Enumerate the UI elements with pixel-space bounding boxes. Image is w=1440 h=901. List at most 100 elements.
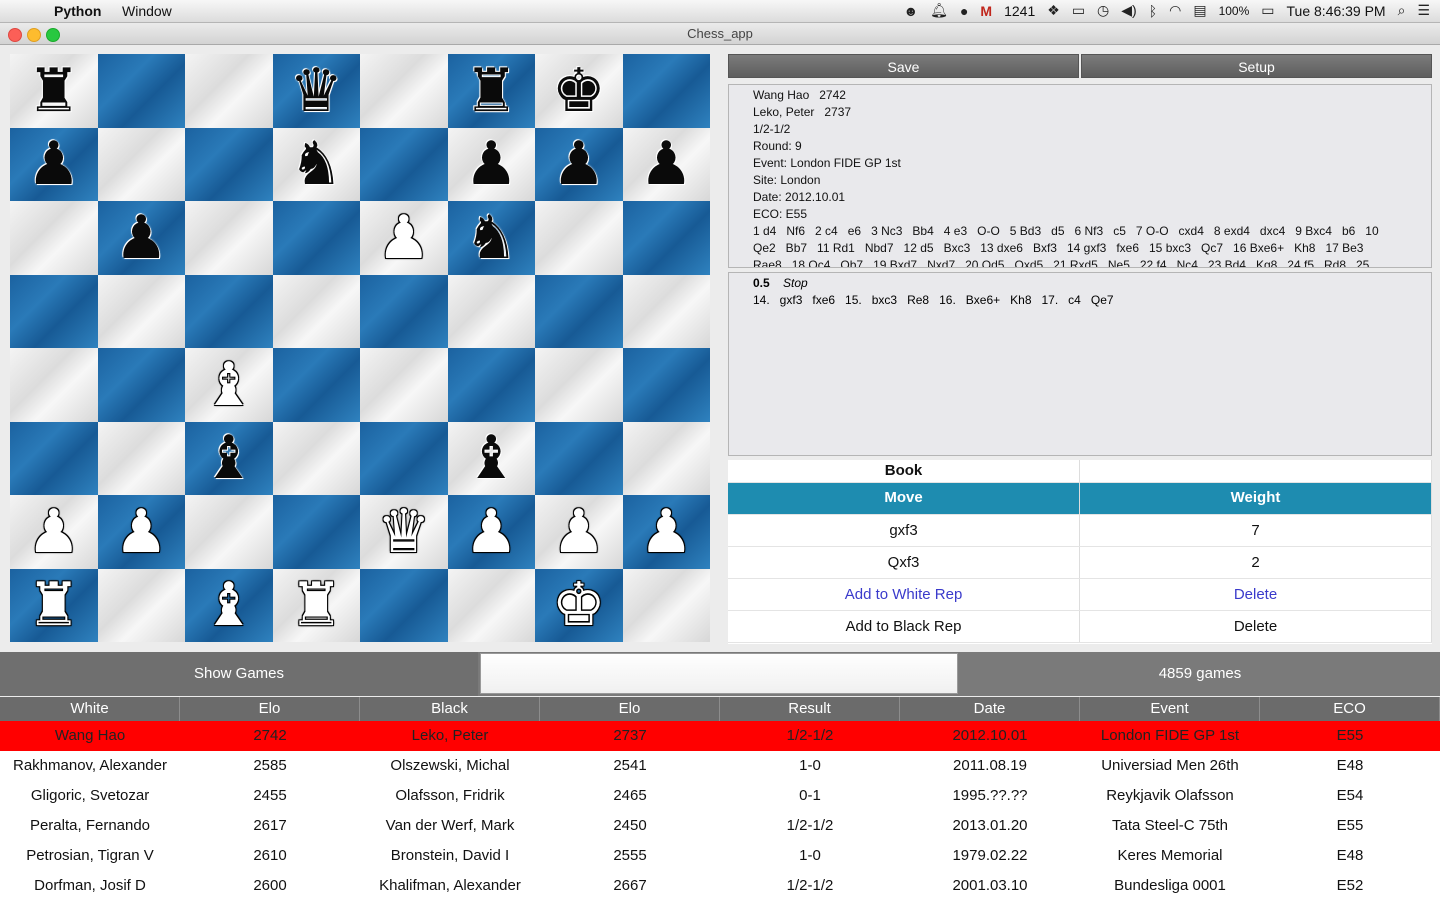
delete-white-link[interactable]: Delete xyxy=(1080,579,1432,610)
table-cell[interactable]: 2600 xyxy=(180,871,360,901)
board-square[interactable]: ♚ xyxy=(535,54,623,128)
bell-icon[interactable]: 🔔︎ xyxy=(930,2,948,19)
table-row[interactable]: Peralta, Fernando 2617 Van der Werf, Mark 2… xyxy=(0,811,1440,841)
flag-icon[interactable]: ▤ xyxy=(1193,2,1206,19)
spotlight-search-icon[interactable]: ⌕ xyxy=(1398,2,1406,19)
board-square[interactable] xyxy=(272,421,360,495)
table-cell[interactable]: 2001.03.10 xyxy=(900,871,1080,901)
wifi-icon[interactable]: ◠ xyxy=(1169,2,1181,19)
table-cell[interactable]: Bundesliga 0001 xyxy=(1080,871,1260,901)
delete-black-button[interactable]: Delete xyxy=(1080,611,1432,642)
column-header[interactable]: Elo xyxy=(180,697,360,721)
black-pawn-icon[interactable]: ♟ xyxy=(27,134,81,194)
table-cell[interactable]: 2465 xyxy=(540,781,720,811)
table-cell[interactable]: 2555 xyxy=(540,841,720,871)
volume-icon[interactable]: ◀) xyxy=(1121,2,1136,19)
board-square[interactable] xyxy=(272,274,360,348)
chess-board[interactable]: ♜ ♛ ♜ ♚ ♟ ♞ ♟ ♟ ♟ ♟ ♟ ♞ ♝ ♝ ♝ ♟ ♟ ♛ ♟ ♟ ♟ ♜ ♝ ♜ ♚ xyxy=(10,54,710,642)
board-square[interactable] xyxy=(447,274,535,348)
table-cell[interactable]: 2742 xyxy=(180,721,360,751)
robot-icon[interactable]: ☻ xyxy=(903,3,918,19)
table-cell[interactable]: London FIDE GP 1st xyxy=(1080,721,1260,751)
table-cell[interactable]: E54 xyxy=(1260,781,1440,811)
board-square[interactable] xyxy=(185,274,273,348)
table-row[interactable]: Rakhmanov, Alexander 2585 Olszewski, Micha… xyxy=(0,751,1440,781)
column-header[interactable]: White xyxy=(0,697,180,721)
table-cell[interactable]: Peralta, Fernando xyxy=(0,811,180,841)
table-cell[interactable]: Universiad Men 26th xyxy=(1080,751,1260,781)
circle-icon[interactable]: ● xyxy=(960,3,968,19)
black-rook-icon[interactable]: ♜ xyxy=(464,61,518,121)
board-square[interactable] xyxy=(272,348,360,422)
black-king-icon[interactable]: ♚ xyxy=(552,61,606,121)
board-square[interactable] xyxy=(97,54,185,128)
show-games-button[interactable]: Show Games xyxy=(0,652,478,696)
board-square[interactable] xyxy=(10,274,98,348)
black-pawn-icon[interactable]: ♟ xyxy=(552,134,606,194)
board-square[interactable]: ♟ xyxy=(447,495,535,569)
table-cell[interactable]: Khalifman, Alexander xyxy=(360,871,540,901)
board-square[interactable] xyxy=(535,201,623,275)
table-row[interactable]: Dorfman, Josif D 2600 Khalifman, Alexander… xyxy=(0,871,1440,901)
white-pawn-icon[interactable]: ♟ xyxy=(377,208,431,268)
board-square[interactable] xyxy=(360,54,448,128)
column-header[interactable]: Date xyxy=(900,697,1080,721)
save-button[interactable]: Save xyxy=(728,54,1079,78)
clock[interactable]: Tue 8:46:39 PM xyxy=(1287,3,1386,19)
setup-button[interactable]: Setup xyxy=(1081,54,1432,78)
board-square[interactable] xyxy=(10,421,98,495)
board-square[interactable]: ♞ xyxy=(447,201,535,275)
board-square[interactable] xyxy=(272,201,360,275)
board-square[interactable] xyxy=(360,348,448,422)
table-cell[interactable]: 2011.08.19 xyxy=(900,751,1080,781)
board-square[interactable] xyxy=(535,421,623,495)
dropbox-icon[interactable]: ❖ xyxy=(1047,2,1060,19)
column-header[interactable]: Event xyxy=(1080,697,1260,721)
board-square[interactable] xyxy=(360,568,448,642)
board-square[interactable]: ♝ xyxy=(447,421,535,495)
white-bishop-icon[interactable]: ♝ xyxy=(202,575,256,635)
board-square[interactable]: ♟ xyxy=(97,495,185,569)
gmail-icon[interactable]: M xyxy=(980,3,992,19)
board-square[interactable]: ♟ xyxy=(10,127,98,201)
board-square[interactable]: ♜ xyxy=(10,568,98,642)
board-square[interactable]: ♟ xyxy=(360,201,448,275)
board-square[interactable]: ♚ xyxy=(535,568,623,642)
black-pawn-icon[interactable]: ♟ xyxy=(114,208,168,268)
board-square[interactable]: ♝ xyxy=(185,348,273,422)
book-move[interactable]: gxf3 xyxy=(728,515,1080,546)
board-square[interactable]: ♜ xyxy=(272,568,360,642)
table-cell[interactable]: 2541 xyxy=(540,751,720,781)
table-cell[interactable]: E52 xyxy=(1260,871,1440,901)
table-cell[interactable]: 2610 xyxy=(180,841,360,871)
table-cell[interactable]: 1/2-1/2 xyxy=(720,871,900,901)
table-cell[interactable]: 1/2-1/2 xyxy=(720,721,900,751)
notification-center-icon[interactable]: ☰ xyxy=(1417,2,1430,19)
board-square[interactable]: ♟ xyxy=(447,127,535,201)
table-row[interactable]: Gligoric, Svetozar 2455 Olafsson, Fridrik 2… xyxy=(0,781,1440,811)
book-row[interactable]: gxf3 7 xyxy=(728,515,1432,547)
table-cell[interactable]: 2737 xyxy=(540,721,720,751)
book-move[interactable]: Qxf3 xyxy=(728,547,1080,578)
board-square[interactable] xyxy=(97,127,185,201)
table-cell[interactable]: 0-1 xyxy=(720,781,900,811)
book-weight[interactable]: 7 xyxy=(1080,515,1432,546)
table-cell[interactable]: Van der Werf, Mark xyxy=(360,811,540,841)
table-cell[interactable]: Olafsson, Fridrik xyxy=(360,781,540,811)
table-cell[interactable]: Reykjavik Olafsson xyxy=(1080,781,1260,811)
table-cell[interactable]: Leko, Peter xyxy=(360,721,540,751)
board-square[interactable] xyxy=(622,201,710,275)
white-king-icon[interactable]: ♚ xyxy=(552,575,606,635)
zoom-window-button[interactable] xyxy=(46,28,60,42)
table-cell[interactable]: 2450 xyxy=(540,811,720,841)
black-queen-icon[interactable]: ♛ xyxy=(289,61,343,121)
board-square[interactable] xyxy=(360,127,448,201)
board-square[interactable]: ♟ xyxy=(535,495,623,569)
airplay-icon[interactable]: ▭ xyxy=(1072,2,1085,19)
board-square[interactable]: ♝ xyxy=(185,568,273,642)
black-rook-icon[interactable]: ♜ xyxy=(27,61,81,121)
minimize-window-button[interactable] xyxy=(27,28,41,42)
board-square[interactable] xyxy=(622,274,710,348)
board-square[interactable] xyxy=(10,348,98,422)
table-cell[interactable]: Bronstein, David I xyxy=(360,841,540,871)
